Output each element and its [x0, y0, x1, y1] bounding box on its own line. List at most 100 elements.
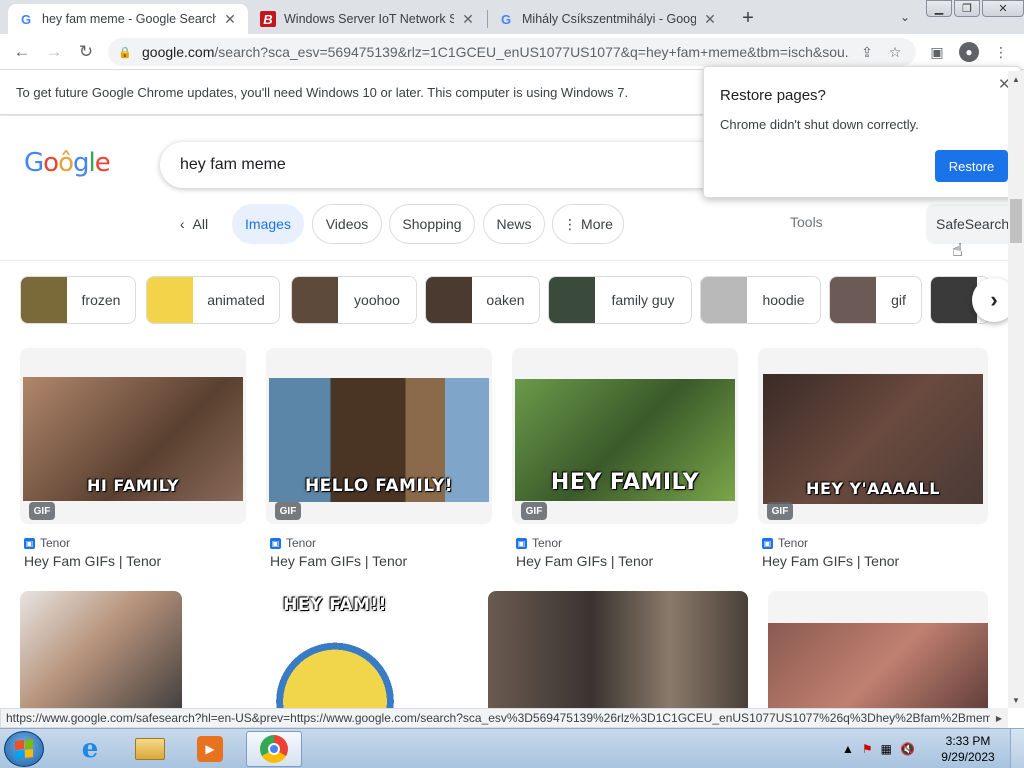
related-chip-label: family guy — [611, 292, 675, 308]
related-chip-label: hoodie — [762, 292, 805, 308]
system-tray: ▲ ⚑ ▦ 🔇 — [842, 729, 915, 768]
taskbar-file-explorer[interactable] — [122, 731, 178, 767]
google-doodle-logo[interactable]: Goôgle — [24, 148, 111, 178]
result-image — [488, 591, 748, 708]
tab-search-chevron-icon[interactable]: ⌄ — [894, 6, 916, 28]
tenor-favicon-icon: ▣ — [516, 537, 527, 549]
taskbar-internet-explorer[interactable]: e — [62, 731, 118, 767]
tab-more-label: More — [581, 216, 613, 232]
tenor-favicon-icon: ▣ — [762, 537, 773, 549]
url-host: google.com — [142, 44, 215, 60]
action-center-flag-icon[interactable]: ⚑ — [862, 742, 873, 756]
kebab-menu-icon[interactable]: ⋮ — [990, 41, 1012, 63]
image-caption: HEY FAM!! — [283, 595, 387, 615]
image-result-card[interactable] — [488, 591, 748, 708]
related-thumbnail — [426, 277, 472, 323]
tab-news-label: News — [496, 216, 532, 232]
tab-all[interactable]: ‹ All — [168, 204, 220, 244]
tools-button[interactable]: Tools — [790, 214, 823, 230]
result-source[interactable]: ▣ Tenor — [270, 536, 316, 550]
image-caption: HEY FAMILY — [550, 470, 700, 495]
result-title[interactable]: Hey Fam GIFs | Tenor — [270, 553, 407, 569]
restore-pages-dialog: Restore pages? Chrome didn't shut down c… — [703, 66, 1021, 198]
tab-news[interactable]: News — [483, 204, 545, 244]
image-caption: HELLO FAMILY! — [304, 476, 454, 496]
result-title[interactable]: Hey Fam GIFs | Tenor — [762, 553, 899, 569]
source-name: Tenor — [286, 536, 317, 550]
share-icon[interactable]: ⇪ — [856, 44, 878, 61]
safesearch-button[interactable]: SafeSearch — [926, 204, 1008, 244]
reload-icon[interactable]: ↻ — [74, 40, 98, 64]
scroll-up-arrow-icon[interactable]: ▲ — [1008, 71, 1024, 87]
dialog-title: Restore pages? — [720, 87, 826, 104]
taskbar-chrome[interactable] — [246, 731, 302, 767]
restore-button[interactable]: Restore — [935, 150, 1008, 182]
network-icon[interactable]: ▦ — [881, 742, 892, 756]
bookmark-star-icon[interactable]: ☆ — [884, 44, 906, 61]
new-tab-plus-icon[interactable]: + — [736, 6, 760, 30]
image-result-card[interactable]: HEY FAM!! — [202, 591, 468, 708]
start-button[interactable] — [4, 731, 44, 767]
related-chip-label: animated — [207, 292, 265, 308]
taskbar-media-player[interactable]: ▶ — [182, 731, 238, 767]
scrollbar-thumb[interactable] — [1010, 199, 1022, 243]
taskbar-clock[interactable]: 3:33 PM 9/29/2023 — [936, 733, 1000, 765]
tab-google-search[interactable]: G hey fam meme - Google Search ✕ — [8, 4, 248, 34]
related-chip-gif[interactable]: gif — [829, 276, 922, 324]
show-desktop-button[interactable] — [1010, 729, 1024, 768]
related-chip-hoodie[interactable]: hoodie — [700, 276, 821, 324]
related-chip-yoohoo[interactable]: yoohoo — [291, 276, 417, 324]
forward-arrow-icon[interactable]: → — [42, 40, 66, 64]
address-bar[interactable]: 🔒 google.com/search?sca_esv=569475139&rl… — [108, 38, 916, 66]
image-result-card[interactable] — [768, 591, 988, 708]
related-chip-animated[interactable]: animated — [146, 276, 280, 324]
image-result-card[interactable]: HEY FAMILY GIF ▣ Tenor Hey Fam GIFs | Ten… — [512, 348, 738, 570]
search-filters: ‹ All Images Videos Shopping News ⋮ More… — [0, 204, 1008, 244]
related-chip-oaken[interactable]: oaken — [425, 276, 540, 324]
browser-toolbar: ← → ↻ 🔒 google.com/search?sca_esv=569475… — [0, 34, 1024, 70]
related-chip-family-guy[interactable]: family guy — [548, 276, 692, 324]
related-thumbnail — [292, 277, 338, 323]
result-title[interactable]: Hey Fam GIFs | Tenor — [516, 553, 653, 569]
image-result-card[interactable]: HEY Y'AAAALL GIF ▣ Tenor Hey Fam GIFs | T… — [758, 348, 988, 570]
lock-icon[interactable]: 🔒 — [118, 46, 132, 59]
folder-icon — [135, 738, 165, 760]
image-result-card[interactable] — [20, 591, 182, 708]
tab-videos-label: Videos — [325, 216, 369, 232]
gif-badge: GIF — [521, 502, 547, 520]
tab-shopping[interactable]: Shopping — [389, 204, 475, 244]
result-source[interactable]: ▣ Tenor — [762, 536, 808, 550]
tab-more[interactable]: ⋮ More — [552, 204, 624, 244]
restore-window-icon[interactable]: ❐ — [954, 0, 980, 17]
back-arrow-icon[interactable]: ← — [10, 40, 34, 64]
show-hidden-icons-icon[interactable]: ▲ — [842, 742, 854, 756]
tab-mihaly[interactable]: G Mihály Csíkszentmihályi - Googl ✕ — [488, 4, 728, 34]
tab-windows-server[interactable]: B Windows Server IoT Network Sto ✕ — [250, 4, 486, 34]
tab-images[interactable]: Images — [232, 204, 304, 244]
related-chip-label: yoohoo — [354, 292, 400, 308]
related-thumbnail — [830, 277, 876, 323]
profile-avatar-icon[interactable]: ● — [958, 41, 980, 63]
result-title[interactable]: Hey Fam GIFs | Tenor — [24, 553, 161, 569]
image-result-card[interactable]: HELLO FAMILY! GIF ▣ Tenor Hey Fam GIFs | … — [266, 348, 492, 570]
image-result-card[interactable]: HI FAMILY GIF ▣ Tenor Hey Fam GIFs | Teno… — [20, 348, 246, 570]
gif-badge: GIF — [29, 502, 55, 520]
result-source[interactable]: ▣ Tenor — [24, 536, 70, 550]
more-dots-icon: ⋮ — [563, 215, 578, 232]
result-source[interactable]: ▣ Tenor — [516, 536, 562, 550]
related-chip-frozen[interactable]: frozen — [20, 276, 136, 324]
close-window-icon[interactable]: ✕ — [982, 0, 1024, 17]
window-controls: ▁ ❐ ✕ — [926, 0, 1024, 17]
tab-images-label: Images — [245, 216, 291, 232]
close-tab-icon[interactable]: ✕ — [702, 11, 718, 27]
tab-videos[interactable]: Videos — [312, 204, 382, 244]
close-tab-icon[interactable]: ✕ — [222, 11, 238, 27]
chevron-right-icon[interactable]: › — [972, 278, 1008, 322]
close-tab-icon[interactable]: ✕ — [460, 11, 476, 27]
volume-muted-icon[interactable]: 🔇 — [900, 742, 915, 756]
side-panel-icon[interactable]: ▣ — [926, 41, 948, 63]
scroll-right-arrow-icon[interactable]: ▶ — [990, 708, 1008, 728]
minimize-icon[interactable]: ▁ — [926, 0, 952, 17]
vertical-scrollbar[interactable]: ▲ ▼ — [1008, 71, 1024, 708]
scroll-down-arrow-icon[interactable]: ▼ — [1008, 692, 1024, 708]
